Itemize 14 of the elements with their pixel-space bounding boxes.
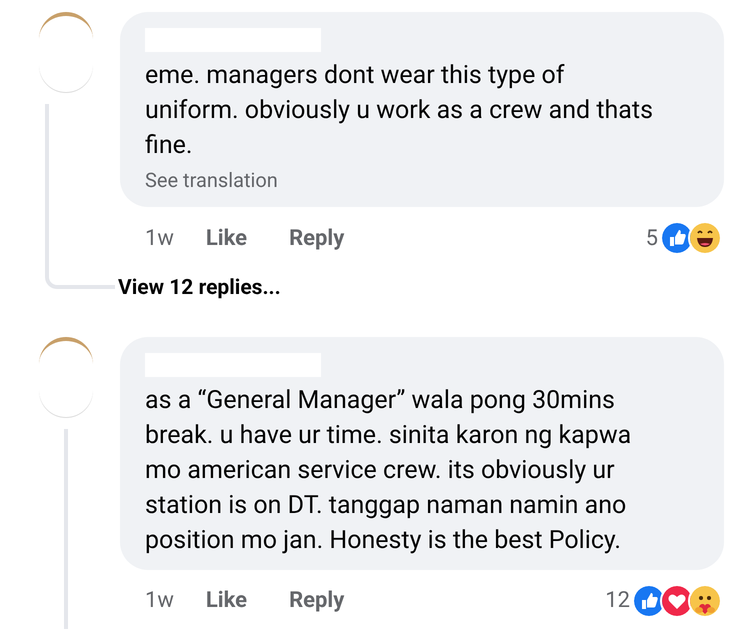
- timestamp: 1w: [145, 224, 174, 252]
- see-translation-link[interactable]: See translation: [145, 165, 278, 195]
- reaction-count[interactable]: 5: [646, 222, 658, 254]
- comment-text: eme. managers dont wear this type of uniform. obviously u work as a crew and thats fine.: [145, 60, 654, 162]
- reaction-count[interactable]: 12: [605, 584, 630, 617]
- hugging-face-icon: [688, 584, 722, 618]
- comment-text: as a “General Manager” wala pong 30mins break. u have ur time. sinita karon ng kapwa mo american service crew. its obviously ur station is on DT. tanggap naman namin ano position mo jan. Honesty is the best Policy.: [145, 384, 632, 556]
- timestamp: 1w: [145, 587, 174, 615]
- like-button[interactable]: Like: [206, 222, 248, 254]
- like-button[interactable]: Like: [206, 584, 248, 617]
- reply-button[interactable]: Reply: [289, 584, 344, 617]
- reply-button[interactable]: Reply: [289, 222, 344, 254]
- view-replies-link[interactable]: View 12 replies...: [118, 273, 281, 304]
- laughing-face-icon: [688, 221, 722, 255]
